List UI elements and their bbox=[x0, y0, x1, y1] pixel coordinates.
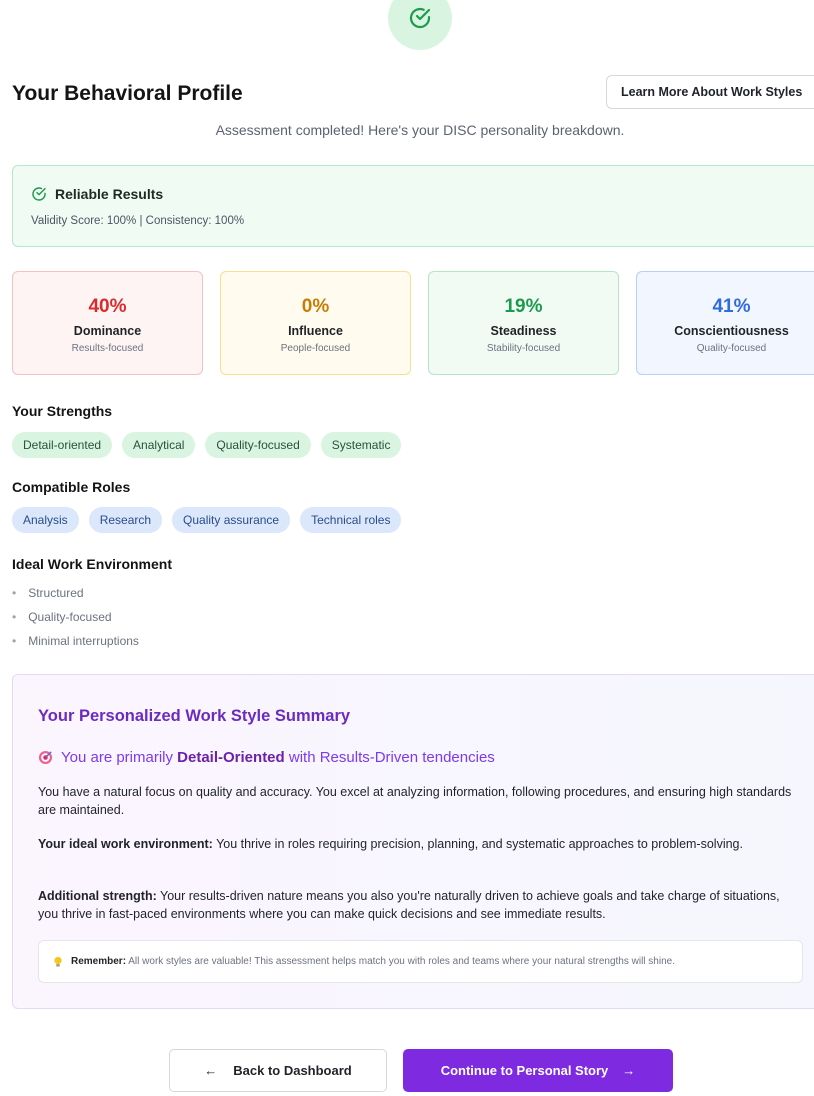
disc-name: Dominance bbox=[73, 324, 142, 338]
disc-desc: Quality-focused bbox=[696, 343, 767, 354]
primary-style-line: You are primarily Detail-Oriented with R… bbox=[38, 749, 495, 766]
summary-intro: You have a natural focus on quality and … bbox=[38, 785, 792, 817]
remember-note: Remember: All work styles are valuable! … bbox=[38, 940, 803, 983]
primary-style: Detail-Oriented bbox=[177, 749, 285, 766]
disc-card-influence: 0% Influence People-focused bbox=[220, 271, 411, 375]
strength-tag: Systematic bbox=[320, 432, 402, 458]
disc-percent: 41% bbox=[712, 296, 751, 317]
role-tag: Technical roles bbox=[300, 507, 402, 533]
role-tag: Analysis bbox=[12, 507, 79, 533]
strengths-tags: Detail-oriented Analytical Quality-focus… bbox=[12, 432, 402, 458]
strength-tag: Analytical bbox=[122, 432, 196, 458]
roles-tags: Analysis Research Quality assurance Tech… bbox=[12, 507, 402, 533]
roles-heading: Compatible Roles bbox=[12, 479, 131, 495]
back-to-dashboard-button[interactable]: ← Back to Dashboard bbox=[169, 1049, 387, 1092]
disc-desc: Stability-focused bbox=[486, 343, 561, 354]
reliability-heading: Reliable Results bbox=[31, 186, 163, 202]
list-item: • Quality-focused bbox=[12, 610, 112, 624]
strengths-heading: Your Strengths bbox=[12, 403, 113, 419]
list-item: • Minimal interruptions bbox=[12, 634, 139, 648]
check-circle-icon bbox=[409, 7, 431, 29]
reliability-card: Reliable Results Validity Score: 100% | … bbox=[12, 165, 814, 247]
arrow-right-icon: → bbox=[622, 1063, 636, 1078]
disc-name: Influence bbox=[288, 324, 343, 338]
role-tag: Research bbox=[88, 507, 163, 533]
target-icon bbox=[38, 750, 53, 765]
summary-title: Your Personalized Work Style Summary bbox=[38, 707, 351, 725]
disc-percent: 40% bbox=[88, 296, 127, 317]
environment-heading: Ideal Work Environment bbox=[12, 556, 172, 572]
lightbulb-icon bbox=[54, 956, 62, 967]
work-style-summary-card: Your Personalized Work Style Summary You… bbox=[12, 674, 814, 1009]
learn-more-button[interactable]: Learn More About Work Styles bbox=[606, 75, 814, 109]
completion-check-badge bbox=[388, 0, 452, 50]
disc-card-steadiness: 19% Steadiness Stability-focused bbox=[428, 271, 619, 375]
environment-list: • Structured • Quality-focused • Minimal in… bbox=[12, 585, 139, 657]
summary-environment: Your ideal work environment: You thrive … bbox=[38, 837, 743, 851]
disc-percent: 0% bbox=[301, 296, 330, 317]
page-title: Your Behavioral Profile bbox=[12, 82, 243, 105]
strength-tag: Quality-focused bbox=[205, 432, 311, 458]
reliability-detail: Validity Score: 100% | Consistency: 100% bbox=[31, 215, 245, 227]
disc-name: Conscientiousness bbox=[674, 324, 789, 338]
strength-tag: Detail-oriented bbox=[12, 432, 113, 458]
disc-percent: 19% bbox=[504, 296, 543, 317]
disc-card-dominance: 40% Dominance Results-focused bbox=[12, 271, 203, 375]
reliability-title: Reliable Results bbox=[55, 186, 164, 202]
summary-additional-strength: Additional strength: Your results-driven… bbox=[38, 889, 780, 921]
check-circle-icon bbox=[32, 187, 46, 201]
disc-desc: Results-focused bbox=[71, 343, 144, 354]
page-subtitle: Assessment completed! Here's your DISC p… bbox=[215, 122, 625, 138]
list-item: • Structured bbox=[12, 586, 84, 600]
arrow-left-icon: ← bbox=[204, 1063, 218, 1078]
disc-desc: People-focused bbox=[280, 343, 351, 354]
continue-button[interactable]: Continue to Personal Story → bbox=[403, 1049, 673, 1092]
role-tag: Quality assurance bbox=[172, 507, 291, 533]
disc-name: Steadiness bbox=[490, 324, 557, 338]
disc-card-conscientiousness: 41% Conscientiousness Quality-focused bbox=[636, 271, 814, 375]
